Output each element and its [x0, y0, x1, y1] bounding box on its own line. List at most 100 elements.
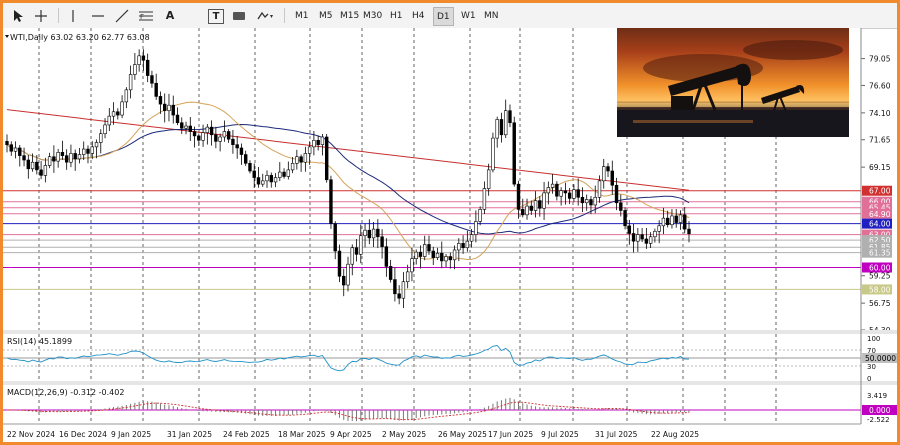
candle-body	[286, 169, 291, 177]
candle-body	[154, 82, 158, 97]
candle-body	[329, 179, 333, 224]
x-tick-label: 9 Apr 2025	[330, 430, 372, 439]
trendline-icon[interactable]	[114, 7, 130, 24]
level-label: 64.00	[869, 220, 891, 229]
candle-body	[90, 146, 94, 154]
candle-body	[657, 225, 661, 232]
candle-body	[610, 170, 614, 186]
horizontal-line-icon[interactable]	[90, 7, 106, 24]
rsi-pane: 10070300	[3, 335, 880, 383]
candle-body	[525, 205, 529, 216]
timeframe-m5[interactable]: M5	[316, 7, 336, 24]
candle-body	[602, 166, 606, 182]
candle-body	[512, 122, 516, 185]
x-tick-label: 17 Jun 2025	[488, 430, 533, 439]
candle-body	[619, 202, 623, 211]
timeframe-h1[interactable]: H1	[387, 7, 406, 24]
candle-body	[665, 217, 670, 226]
candle-body	[418, 251, 423, 257]
timeframe-h4[interactable]: H4	[409, 7, 428, 24]
x-tick-label: 22 Nov 2024	[7, 430, 55, 439]
x-tick-label: 26 May 2025	[438, 430, 487, 439]
candle-body	[623, 210, 627, 227]
candle-body	[465, 240, 470, 249]
candle-body	[384, 246, 389, 267]
candle-body	[653, 231, 657, 238]
chart-svg: 79.0576.6074.1071.6569.1559.2556.7554.30…	[3, 6, 897, 442]
fibonacci-icon[interactable]: F	[137, 7, 155, 24]
x-tick-label: 22 Aug 2025	[651, 430, 699, 439]
x-tick-label: 31 Jul 2025	[595, 430, 638, 439]
candle-body	[648, 236, 653, 244]
timeframe-w1[interactable]: W1	[458, 7, 479, 24]
timeframe-mn[interactable]: MN	[481, 7, 502, 24]
x-tick-label: 24 Feb 2025	[223, 430, 270, 439]
y-tick-label: 59.25	[869, 272, 891, 281]
candle-body	[222, 131, 227, 138]
candle-body	[201, 132, 205, 141]
candle-body	[469, 234, 474, 242]
candle-body	[265, 175, 269, 182]
shapes-dropdown-icon[interactable]	[255, 7, 277, 24]
candle-body	[18, 147, 22, 156]
candle-body	[303, 153, 308, 163]
timeframe-m1[interactable]: M1	[292, 7, 312, 24]
level-label: 58.00	[869, 285, 891, 294]
level-label: 61.35	[869, 249, 891, 258]
pane-separator[interactable]	[3, 330, 897, 334]
x-tick-label: 18 Mar 2025	[278, 430, 326, 439]
candle-body	[73, 153, 77, 160]
timeframe-d1[interactable]: D1	[433, 7, 454, 26]
candle-body	[486, 169, 491, 189]
candle-body	[188, 125, 192, 132]
candle-body	[593, 197, 597, 206]
candle-body	[103, 124, 107, 134]
candle-body	[393, 279, 397, 295]
toolbar-separator	[58, 8, 59, 23]
candle-body	[312, 139, 316, 148]
candle-body	[128, 74, 133, 91]
candle-body	[39, 169, 43, 176]
candle-body	[231, 138, 235, 145]
vertical-line-icon[interactable]	[66, 7, 80, 24]
cursor-arrow-icon[interactable]	[11, 7, 25, 24]
candle-body	[214, 134, 218, 142]
candle-body	[589, 199, 593, 206]
candle-body	[371, 228, 376, 239]
candle-body	[576, 189, 580, 198]
rsi-title: RSI(14) 45.1899	[7, 337, 72, 346]
text-tool-icon[interactable]: A	[163, 7, 177, 24]
pane-separator[interactable]	[3, 381, 897, 385]
candle-body	[43, 165, 48, 176]
candle-body	[687, 228, 691, 235]
candle-body	[452, 249, 457, 261]
candle-body	[363, 229, 367, 236]
y-tick-label: 69.15	[869, 163, 891, 172]
rsi-y-tick: 0	[867, 375, 871, 383]
candle-body	[35, 161, 39, 171]
candle-body	[261, 180, 265, 185]
text-label-icon[interactable]: T	[208, 9, 224, 24]
candle-body	[644, 238, 649, 244]
candle-body	[640, 234, 644, 240]
crosshair-icon[interactable]	[33, 7, 49, 24]
candle-body	[133, 64, 137, 75]
y-tick-label: 71.65	[869, 136, 891, 145]
candle-body	[410, 258, 414, 273]
candle-body	[346, 263, 350, 286]
candle-body	[158, 96, 163, 105]
candle-body	[167, 104, 171, 111]
candle-body	[435, 252, 440, 258]
candle-body	[248, 163, 252, 172]
timeframe-m30[interactable]: M30	[360, 7, 385, 24]
candle-body	[239, 147, 244, 155]
candle-body	[508, 110, 512, 124]
candle-body	[184, 125, 188, 129]
candle-body	[145, 59, 150, 76]
level-label: 67.00	[869, 187, 891, 196]
timeframe-m15[interactable]: M15	[337, 7, 362, 24]
rectangle-icon[interactable]	[231, 7, 247, 24]
chart-area: 79.0576.6074.1071.6569.1559.2556.7554.30…	[3, 6, 897, 442]
x-tick-label: 9 Jan 2025	[111, 430, 151, 439]
candle-body	[209, 126, 214, 136]
